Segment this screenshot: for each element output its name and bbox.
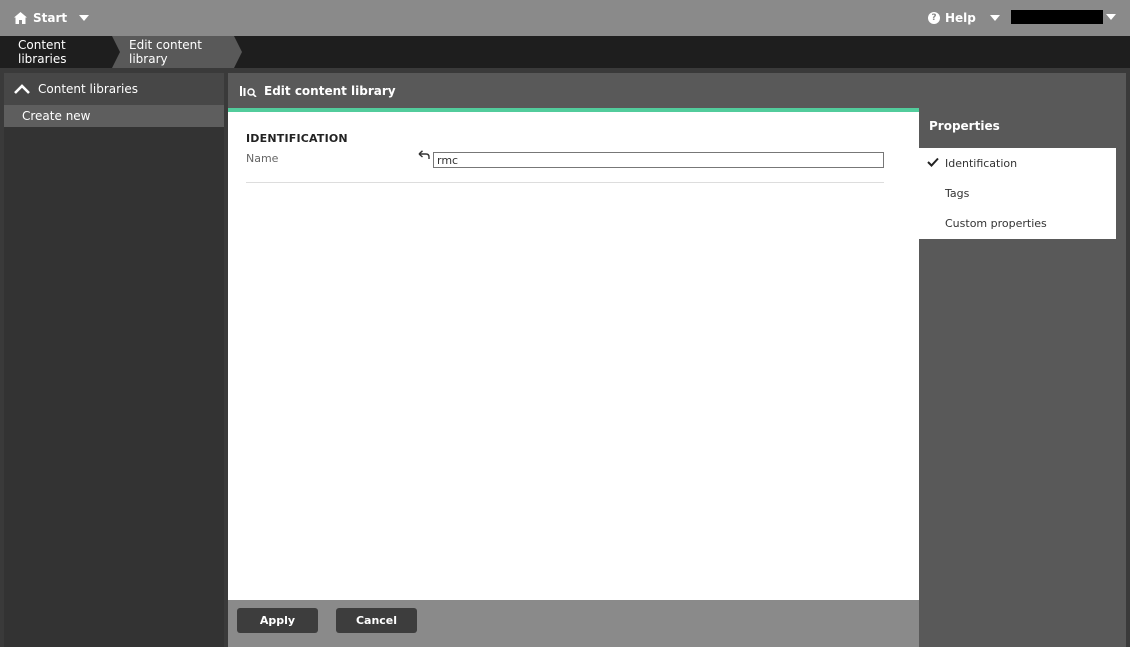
- sidebar-item-create-new[interactable]: Create new: [4, 105, 224, 127]
- apply-button[interactable]: Apply: [237, 608, 318, 633]
- properties-list: Identification Tags Custom properties: [919, 148, 1116, 239]
- help-icon: ?: [928, 12, 940, 24]
- sidebar-header-content-libraries[interactable]: Content libraries: [4, 73, 224, 105]
- properties-item-tags[interactable]: Tags: [919, 178, 1116, 208]
- edit-form: IDENTIFICATION Name: [228, 112, 919, 600]
- sidebar-header-label: Content libraries: [38, 82, 139, 96]
- page-title-label: Edit content library: [264, 83, 396, 98]
- chevron-up-icon: [14, 84, 30, 94]
- properties-item-custom-properties[interactable]: Custom properties: [919, 208, 1116, 238]
- start-label: Start: [33, 11, 68, 25]
- breadcrumb-item-content-libraries[interactable]: Content libraries: [0, 36, 112, 68]
- chevron-down-icon[interactable]: [1106, 14, 1116, 20]
- sidebar: Content libraries Create new: [4, 73, 224, 647]
- top-bar: Start ? Help: [0, 0, 1130, 36]
- breadcrumb-item-edit-content-library[interactable]: Edit content library: [112, 36, 242, 68]
- sidebar-item-label: Create new: [22, 109, 91, 123]
- cancel-button[interactable]: Cancel: [336, 608, 417, 633]
- home-icon: [14, 12, 27, 24]
- page-title: Edit content library: [228, 73, 1126, 108]
- help-label: Help: [945, 11, 976, 25]
- form-footer: Apply Cancel: [228, 600, 919, 647]
- main-panel: Edit content library IDENTIFICATION Name…: [228, 73, 1126, 647]
- properties-item-identification[interactable]: Identification: [919, 148, 1116, 178]
- name-field[interactable]: [433, 152, 884, 168]
- check-icon: [927, 157, 939, 167]
- undo-icon[interactable]: [418, 150, 430, 160]
- user-menu-button[interactable]: [1011, 10, 1103, 24]
- start-menu-button[interactable]: Start: [14, 0, 90, 36]
- properties-title: Properties: [929, 119, 1000, 133]
- content-library-icon: [240, 85, 257, 97]
- chevron-down-icon: [989, 15, 1000, 21]
- name-label: Name: [246, 152, 279, 165]
- breadcrumb: Content libraries Edit content library: [0, 36, 1130, 68]
- chevron-down-icon: [79, 15, 90, 21]
- help-menu-button[interactable]: ? Help: [928, 0, 1000, 36]
- divider: [246, 182, 884, 183]
- section-title: IDENTIFICATION: [246, 132, 348, 145]
